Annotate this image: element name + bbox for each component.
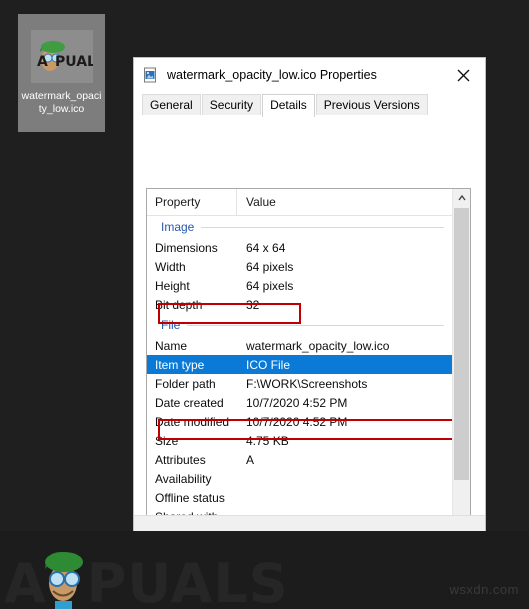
table-row[interactable]: Height 64 pixels <box>147 276 452 295</box>
watermark-site-text: wsxdn.com <box>449 582 519 597</box>
svg-text:PUALS: PUALS <box>55 54 93 70</box>
image-file-icon <box>143 67 159 83</box>
dialog-body: Property Value Image Dimensions 64 x 64 … <box>134 116 485 575</box>
table-row[interactable]: Size 4.75 KB <box>147 431 452 450</box>
tab-previous-versions[interactable]: Previous Versions <box>315 94 428 116</box>
row-property: Dimensions <box>155 240 218 255</box>
row-value: F:\WORK\Screenshots <box>246 376 368 391</box>
close-icon[interactable] <box>441 58 485 92</box>
tab-security[interactable]: Security <box>201 94 262 116</box>
table-row-selected[interactable]: Item type ICO File <box>147 355 452 374</box>
row-value: 64 x 64 <box>246 240 286 255</box>
row-property: Item type <box>155 357 205 372</box>
row-property: Size <box>155 433 179 448</box>
desktop-icon-label-line2: ty_low.ico <box>38 103 85 115</box>
desktop-icon-label-line1: watermark_opaci <box>21 90 102 102</box>
table-row[interactable]: Attributes A <box>147 450 452 469</box>
column-header-value[interactable]: Value <box>237 189 452 216</box>
row-property: Height <box>155 278 190 293</box>
list-header: Property Value <box>147 189 452 216</box>
row-property: Attributes <box>155 452 206 467</box>
file-properties-dialog: watermark_opacity_low.ico Properties Gen… <box>133 57 486 575</box>
table-row[interactable]: Width 64 pixels <box>147 257 452 276</box>
scrollbar-thumb[interactable] <box>454 208 469 480</box>
vertical-scrollbar[interactable] <box>452 189 470 548</box>
row-property: Offline status <box>155 490 225 505</box>
row-value: 10/7/2020 4:52 PM <box>246 395 348 410</box>
table-row[interactable]: Availability <box>147 469 452 488</box>
group-header-file: File <box>147 314 452 336</box>
table-row[interactable]: Offline status <box>147 488 452 507</box>
desktop-icon-watermark-file[interactable]: A PUALS watermark_opacity_low.ico <box>18 14 105 132</box>
group-label: File <box>161 318 181 332</box>
row-value: 64 pixels <box>246 259 294 274</box>
group-rule <box>201 226 444 228</box>
tab-general[interactable]: General <box>142 94 201 116</box>
row-property: Width <box>155 259 186 274</box>
row-value: 64 pixels <box>246 278 294 293</box>
row-property: Bit depth <box>155 297 203 312</box>
svg-text:A: A <box>37 54 48 70</box>
dialog-title: watermark_opacity_low.ico Properties <box>167 68 377 82</box>
tab-details[interactable]: Details <box>262 94 315 117</box>
row-value: 4.75 KB <box>246 433 289 448</box>
desktop-background: A PUALS watermark_opacity_low.ico waterm… <box>0 0 529 609</box>
table-row[interactable]: Name watermark_opacity_low.ico <box>147 336 452 355</box>
table-row[interactable]: Bit depth 32 <box>147 295 452 314</box>
table-row[interactable]: Date modified 10/7/2020 4:52 PM <box>147 412 452 431</box>
desktop-icon-thumbnail: A PUALS <box>30 30 93 83</box>
row-value: 32 <box>246 297 260 312</box>
row-property: Name <box>155 338 188 353</box>
properties-list: Property Value Image Dimensions 64 x 64 … <box>147 189 452 548</box>
row-value: watermark_opacity_low.ico <box>246 338 390 353</box>
desktop-icon-label: watermark_opaci ty_low.ico <box>20 90 104 116</box>
row-property: Date modified <box>155 414 230 429</box>
row-property: Availability <box>155 471 212 486</box>
tabstrip: General Security Details Previous Versio… <box>134 92 485 117</box>
group-header-image: Image <box>147 216 452 238</box>
properties-listview: Property Value Image Dimensions 64 x 64 … <box>146 188 471 549</box>
group-label: Image <box>161 220 195 234</box>
row-value: ICO File <box>246 357 291 372</box>
row-property: Date created <box>155 395 224 410</box>
row-value: 10/7/2020 4:52 PM <box>246 414 348 429</box>
appuals-logo: A PUALS <box>4 545 289 609</box>
scroll-up-icon[interactable] <box>453 189 470 206</box>
table-row[interactable]: Folder path F:\WORK\Screenshots <box>147 374 452 393</box>
dialog-titlebar: watermark_opacity_low.ico Properties <box>134 58 485 92</box>
watermark-banner: A PUALS wsxdn.com <box>0 531 529 609</box>
column-header-property[interactable]: Property <box>147 189 237 216</box>
table-row[interactable]: Date created 10/7/2020 4:52 PM <box>147 393 452 412</box>
row-property: Folder path <box>155 376 216 391</box>
table-row[interactable]: Dimensions 64 x 64 <box>147 238 452 257</box>
row-value: A <box>246 452 255 467</box>
logo-word-puals: PUALS <box>86 552 289 609</box>
appuals-mascot-icon <box>44 552 83 609</box>
group-rule <box>187 324 444 326</box>
